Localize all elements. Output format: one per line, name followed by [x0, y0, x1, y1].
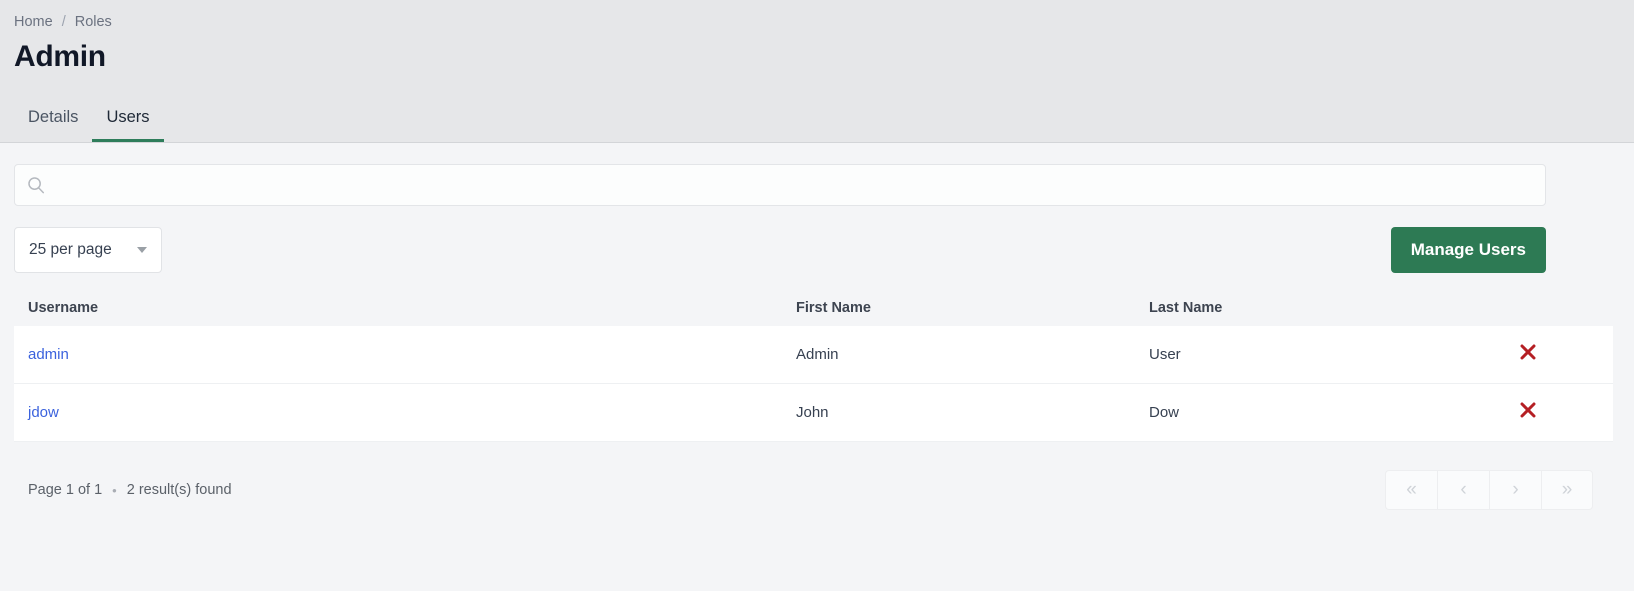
per-page-label: 25 per page [29, 241, 112, 258]
first-page-button[interactable]: « [1385, 470, 1437, 510]
tab-users[interactable]: Users [92, 98, 164, 142]
pagination: « ‹ › » [1385, 470, 1593, 510]
table-footer: Page 1 of 1 • 2 result(s) found « ‹ › » [14, 460, 1613, 520]
tab-details[interactable]: Details [14, 98, 92, 142]
close-x-icon[interactable] [1519, 343, 1537, 361]
user-link-jdow[interactable]: jdow [28, 404, 59, 421]
cell-last-name: Dow [1149, 404, 1180, 421]
per-page-select[interactable]: 25 per page [14, 227, 162, 273]
table-body: admin Admin User jdow John Dow [14, 326, 1613, 442]
chevron-down-icon [137, 247, 147, 253]
roles-admin-users-page: Home / Roles Admin Details Users 25 per [0, 0, 1634, 591]
cell-last-name: User [1149, 346, 1181, 363]
breadcrumb: Home / Roles [0, 12, 1634, 32]
user-link-admin[interactable]: admin [28, 346, 69, 363]
table-row: admin Admin User [14, 326, 1613, 384]
breadcrumb-item-home[interactable]: Home [14, 12, 53, 32]
summary-separator: • [112, 482, 117, 498]
column-header-last-name: Last Name [1149, 300, 1223, 316]
page-title: Admin [14, 40, 106, 73]
page-info: Page 1 of 1 [28, 482, 103, 498]
cell-first-name: Admin [796, 346, 839, 363]
breadcrumb-separator: / [61, 14, 66, 30]
users-table: Username First Name Last Name admin Admi… [14, 290, 1613, 442]
search-bar[interactable] [14, 164, 1546, 206]
table-header-row: Username First Name Last Name [14, 290, 1613, 326]
last-page-button[interactable]: » [1541, 470, 1593, 510]
prev-page-button[interactable]: ‹ [1437, 470, 1489, 510]
search-icon [27, 176, 45, 194]
manage-users-button[interactable]: Manage Users [1390, 227, 1546, 273]
close-x-icon[interactable] [1519, 401, 1537, 419]
breadcrumb-item-roles[interactable]: Roles [75, 12, 112, 32]
table-row: jdow John Dow [14, 384, 1613, 442]
page-body: 25 per page Manage Users Username First … [0, 143, 1634, 591]
result-summary: Page 1 of 1 • 2 result(s) found [28, 482, 232, 498]
search-input[interactable] [55, 165, 1533, 205]
column-header-first-name: First Name [796, 300, 871, 316]
toolbar: 25 per page Manage Users [14, 227, 1546, 273]
column-header-username: Username [28, 300, 99, 316]
result-count: 2 result(s) found [126, 482, 232, 498]
tab-bar: Details Users [0, 98, 164, 142]
next-page-button[interactable]: › [1489, 470, 1541, 510]
cell-first-name: John [796, 404, 829, 421]
page-header: Home / Roles Admin Details Users [0, 0, 1634, 143]
